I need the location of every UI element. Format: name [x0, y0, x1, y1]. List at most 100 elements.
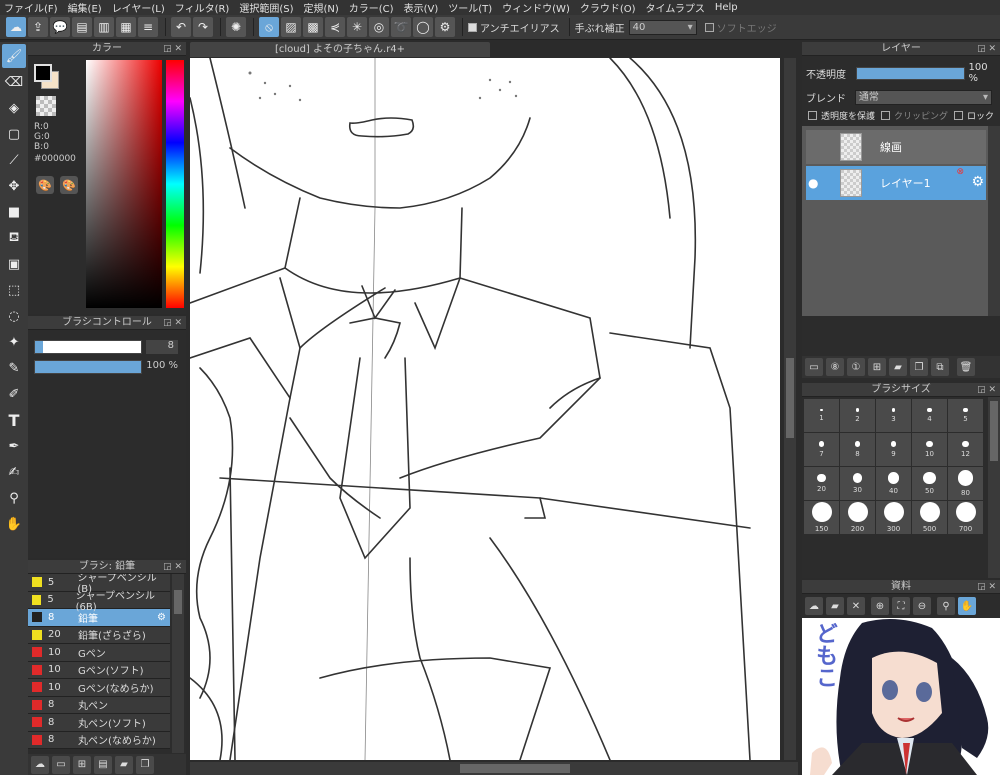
brush-size-cell[interactable]: 1	[804, 399, 839, 432]
lock-checkbox[interactable]	[954, 111, 964, 120]
brush-item[interactable]: 10 Gペン(なめらか)	[28, 679, 170, 697]
curve-snap-icon[interactable]: ➰	[391, 17, 411, 37]
palette-icon[interactable]: 🎨	[36, 176, 54, 194]
menu-item[interactable]: 選択範囲(S)	[239, 0, 293, 15]
cross-snap-icon[interactable]: ✳	[347, 17, 367, 37]
layer-add-menu-icon[interactable]: ⊞	[868, 358, 886, 376]
brush-size-cell[interactable]: 150	[804, 501, 839, 534]
protect-checkbox[interactable]	[808, 111, 817, 120]
hand-icon[interactable]: ✋	[958, 597, 976, 615]
brush-size-cell[interactable]: 10	[912, 433, 947, 466]
eyedropper-icon[interactable]: ⚲	[2, 486, 26, 510]
layer-list-scrollbar[interactable]	[988, 126, 1000, 316]
brush-size-cell[interactable]: 50	[912, 467, 947, 500]
zoom-in-icon[interactable]: ⊕	[871, 597, 889, 615]
eyedropper-icon[interactable]: ⚲	[937, 597, 955, 615]
stabilizer-select[interactable]: 40	[628, 19, 697, 35]
menu-item[interactable]: ファイル(F)	[4, 0, 58, 15]
line-tool-icon[interactable]: ⟋	[2, 148, 26, 172]
settings-gear-icon[interactable]: ⚙	[435, 17, 455, 37]
menu-item[interactable]: カラー(C)	[349, 0, 394, 15]
message-icon[interactable]: ▤	[72, 17, 92, 37]
merge-layer-icon[interactable]: ⧉	[931, 358, 949, 376]
brush-size-cell[interactable]: 700	[948, 501, 983, 534]
loading-icon[interactable]: ✺	[226, 17, 246, 37]
brush-list-scrollbar[interactable]	[172, 574, 184, 753]
palette-edit-icon[interactable]: 🎨	[60, 176, 78, 194]
snap-off-icon[interactable]: ⦸	[259, 17, 279, 37]
antialias-checkbox[interactable]	[468, 22, 477, 32]
document-icon[interactable]: ▥	[94, 17, 114, 37]
brush-size-cell[interactable]: 200	[840, 501, 875, 534]
brush-size-cell[interactable]: 30	[840, 467, 875, 500]
layer-settings-gear-icon[interactable]: ⚙	[971, 174, 984, 190]
hue-slider[interactable]	[166, 60, 184, 308]
cloud-icon[interactable]: ☁	[6, 17, 26, 37]
delete-badge-icon[interactable]: ⊗	[956, 167, 964, 177]
brush-item[interactable]: 10 Gペン	[28, 644, 170, 662]
brush-size-cell[interactable]: 12	[948, 433, 983, 466]
menu-item[interactable]: レイヤー(L)	[112, 0, 165, 15]
brush-size-cell[interactable]: 4	[912, 399, 947, 432]
visibility-icon[interactable]: ●	[808, 176, 818, 190]
radial-snap-icon[interactable]: ⋞	[325, 17, 345, 37]
ellipse-snap-icon[interactable]: ◯	[413, 17, 433, 37]
brush-size-slider[interactable]	[34, 340, 142, 354]
list-icon[interactable]: ≡	[138, 17, 158, 37]
grid-snap-icon[interactable]: ▩	[303, 17, 323, 37]
fill-rect-icon[interactable]: ■	[2, 200, 26, 224]
brush-size-cell[interactable]: 5	[948, 399, 983, 432]
menu-item[interactable]: クラウド(O)	[580, 0, 636, 15]
close-icon[interactable]: ◲ ✕	[977, 383, 996, 397]
text-tool-icon[interactable]: T	[2, 408, 26, 432]
select-eraser-icon[interactable]: ✐	[2, 382, 26, 406]
parallel-snap-icon[interactable]: ▨	[281, 17, 301, 37]
layer-folder-icon[interactable]: ▰	[889, 358, 907, 376]
new-brush-icon[interactable]: ▭	[52, 755, 70, 774]
brush-size-cell[interactable]: 3	[876, 399, 911, 432]
move-tool-icon[interactable]: ✥	[2, 174, 26, 198]
brush-settings-gear-icon[interactable]: ⚙	[157, 612, 166, 623]
zoom-out-icon[interactable]: ⊖	[913, 597, 931, 615]
menu-item[interactable]: タイムラプス	[646, 0, 705, 15]
blend-select[interactable]: 通常	[854, 90, 992, 105]
brush-settings-icon[interactable]: ▤	[94, 755, 112, 774]
brush-size-cell[interactable]: 8	[840, 433, 875, 466]
brush-size-cell[interactable]: 500	[912, 501, 947, 534]
dot-eraser-icon[interactable]: ◈	[2, 96, 26, 120]
close-icon[interactable]: ◲ ✕	[977, 42, 996, 56]
brush-size-cell[interactable]: 9	[876, 433, 911, 466]
layer-item-selected[interactable]: ● レイヤー1 ⊗ ⚙	[806, 166, 986, 200]
close-material-icon[interactable]: ✕	[847, 597, 865, 615]
brush-item[interactable]: 8 丸ペン(ソフト)	[28, 714, 170, 732]
undo-icon[interactable]: ↶	[171, 17, 191, 37]
clipping-checkbox[interactable]	[881, 111, 891, 120]
brush-item[interactable]: 5 シャープペンシル(6B)	[28, 591, 170, 613]
brush-item[interactable]: 8 丸ペン	[28, 696, 170, 714]
bucket-tool-icon[interactable]: ⛾	[2, 226, 26, 250]
brush-opacity-slider[interactable]	[34, 360, 142, 374]
brush-size-cell[interactable]: 80	[948, 467, 983, 500]
brush-tool-icon[interactable]: 🖌	[2, 44, 26, 68]
chat-icon[interactable]: 💬	[50, 17, 70, 37]
close-icon[interactable]: ◲ ✕	[163, 560, 182, 574]
menu-item[interactable]: フィルタ(R)	[175, 0, 230, 15]
menu-item[interactable]: 定規(N)	[303, 0, 338, 15]
select-ellipse-icon[interactable]: ◌	[2, 304, 26, 328]
trash-icon[interactable]: 🗑	[957, 358, 975, 376]
page-icon[interactable]: ▦	[116, 17, 136, 37]
new-layer-icon[interactable]: ▭	[805, 358, 823, 376]
brush-size-cell[interactable]: 2	[840, 399, 875, 432]
select-rect-icon[interactable]: ⬚	[2, 278, 26, 302]
concentric-snap-icon[interactable]: ◎	[369, 17, 389, 37]
fit-icon[interactable]: ⛶	[892, 597, 910, 615]
select-pen-icon[interactable]: ✎	[2, 356, 26, 380]
menu-item[interactable]: 表示(V)	[404, 0, 439, 15]
share-icon[interactable]: ⇪	[28, 17, 48, 37]
menu-item[interactable]: Help	[715, 2, 738, 13]
copy-icon[interactable]: ❐	[136, 755, 154, 774]
cloud-brush-icon[interactable]: ☁	[31, 755, 49, 774]
layer-opacity-slider[interactable]	[855, 66, 965, 80]
hand-tool-icon[interactable]: ✋	[2, 512, 26, 536]
saturation-value-picker[interactable]	[86, 60, 162, 308]
